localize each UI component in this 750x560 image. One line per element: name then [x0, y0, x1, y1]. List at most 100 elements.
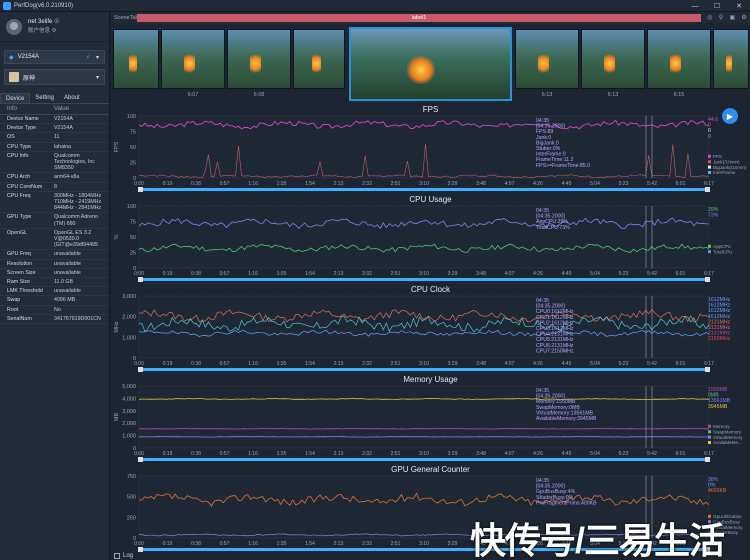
- y-tick-label: 25: [130, 251, 136, 257]
- x-tick-label: 6:01: [676, 271, 686, 277]
- user-profile[interactable]: net 3elife ☉ 账户信息 ⚙: [0, 12, 109, 42]
- series-current-value: 73%: [708, 213, 719, 219]
- x-tick-label: 3:10: [419, 361, 429, 367]
- account-info-label[interactable]: 账户信息: [28, 28, 50, 34]
- legend-label[interactable]: SwapMemory: [713, 429, 742, 434]
- screenshot-thumb[interactable]: 6:07: [161, 29, 225, 98]
- x-tick-label: 0:57: [220, 541, 230, 547]
- info-row: Swap 4096 MB: [0, 296, 109, 306]
- screenshot-thumb[interactable]: 6:13: [581, 29, 645, 98]
- info-row: Screen Size unavailable: [0, 269, 109, 279]
- info-key: CPU Arch: [7, 174, 31, 181]
- x-tick-label: 2:13: [334, 361, 344, 367]
- x-tick-label: 0:38: [191, 271, 201, 277]
- legend-label[interactable]: AppCPU: [713, 244, 731, 249]
- legend-label[interactable]: Memory: [713, 424, 730, 429]
- info-key: CPU Freq: [7, 192, 31, 199]
- screenshot-thumb[interactable]: 6:08: [227, 29, 291, 98]
- bottom-bar: Log: [111, 551, 133, 560]
- screenshot-thumb[interactable]: [713, 29, 749, 89]
- info-value: No: [54, 306, 61, 313]
- time-range-scrollbar[interactable]: [138, 277, 710, 282]
- tab-device[interactable]: Device: [0, 93, 31, 103]
- maximize-button[interactable]: ☐: [706, 0, 728, 12]
- screenshot-thumb[interactable]: 6:13: [515, 29, 579, 98]
- screenshot-thumb[interactable]: 6:15: [647, 29, 711, 98]
- x-tick-label: 1:54: [305, 451, 315, 457]
- info-value: Qualcomm Technologies, Inc SM8350: [54, 152, 95, 172]
- legend-label[interactable]: InterFrame: [713, 170, 736, 175]
- x-tick-label: 2:32: [362, 361, 372, 367]
- legend-swatch: [708, 171, 711, 174]
- scene-bar: SceneTab label1 ◎ ⚲ ▣ ⚙: [111, 12, 750, 23]
- screenshot-thumb-selected[interactable]: [349, 27, 512, 101]
- settings-icon[interactable]: ⚙: [52, 28, 57, 34]
- legend-swatch: [708, 250, 711, 254]
- screenshot-thumb[interactable]: [113, 29, 159, 89]
- info-value: 8: [54, 183, 57, 190]
- x-tick-label: 3:48: [476, 271, 486, 277]
- x-tick-label: 3:10: [419, 451, 429, 457]
- thumb-time: 6:08: [253, 92, 265, 98]
- scene-tab[interactable]: SceneTab: [111, 15, 138, 21]
- app-select[interactable]: 原神 ▾: [4, 69, 105, 85]
- tooltip-line: AvailableMemory:3945MB: [536, 416, 597, 422]
- y-tick-label: 2,000: [122, 421, 136, 427]
- tab-setting[interactable]: Setting: [30, 93, 59, 103]
- app-icon: [9, 72, 19, 82]
- device-select[interactable]: ◆ V2154A ⚡ ▾: [4, 50, 105, 64]
- info-key: OpenGL: [7, 229, 28, 236]
- legend-swatch: [708, 424, 711, 428]
- y-tick-label: 75: [130, 130, 136, 136]
- y-tick-label: 50: [130, 235, 136, 241]
- marker-icon[interactable]: ⚲: [719, 14, 723, 21]
- x-tick-label: 4:45: [562, 271, 572, 277]
- log-label[interactable]: Log: [123, 553, 133, 559]
- chart-plot[interactable]: 0255075100%0:00 0:19 0:38 0:57 1:16 1:35 1:54 2…: [111, 194, 750, 284]
- window-title: PerfDog(v6.0.210910): [14, 2, 74, 9]
- x-tick-label: 5:23: [619, 271, 629, 277]
- x-tick-label: 1:54: [305, 271, 315, 277]
- x-tick-label: 1:35: [277, 451, 287, 457]
- legend-label[interactable]: BigJank(/10min): [713, 165, 747, 170]
- screenshot-icon[interactable]: ◎: [707, 14, 712, 21]
- screenshot-thumb[interactable]: [293, 29, 345, 89]
- y-tick-label: 750: [127, 474, 136, 480]
- log-checkbox[interactable]: [114, 552, 120, 559]
- legend-label[interactable]: FPS: [713, 154, 722, 159]
- wifi-icon[interactable]: ⚡: [86, 54, 90, 61]
- watermark: 快传号/三易生活: [470, 520, 725, 560]
- x-tick-label: 1:16: [248, 181, 258, 187]
- chart-plot[interactable]: 0255075100FPS0:00 0:19 0:38 0:57 1:16 1:35 1:5…: [111, 104, 750, 194]
- y-tick-label: 4,000: [122, 396, 136, 402]
- settings-icon[interactable]: ⚙: [741, 14, 746, 21]
- series-current-value: 4660KB: [708, 488, 727, 494]
- scene-label[interactable]: label1: [137, 13, 701, 22]
- time-range-scrollbar[interactable]: [138, 187, 710, 192]
- info-key: OS: [7, 134, 15, 141]
- x-tick-label: 2:13: [334, 181, 344, 187]
- chart-plot[interactable]: 01,0002,0003,000MHz0:00 0:19 0:38 0:57 1:16 1…: [111, 284, 750, 374]
- time-range-scrollbar[interactable]: [138, 367, 710, 372]
- x-tick-label: 3:48: [476, 181, 486, 187]
- info-row: CPU Type lahaina: [0, 143, 109, 152]
- tooltip-line: CPU7:2150MHz: [536, 348, 574, 354]
- chart-0: FPS 0 25 50 75 100 FPS 0:00 0:19 0:38 0:57 1:16 1:35…: [111, 104, 750, 194]
- chart-plot[interactable]: 01,0002,0003,0004,0005,000MB0:00 0:19 0:38…: [111, 374, 750, 464]
- legend-label[interactable]: Jank(/10min): [713, 159, 740, 164]
- close-button[interactable]: ✕: [728, 0, 750, 12]
- minimize-button[interactable]: —: [684, 0, 706, 12]
- legend-label[interactable]: VirtualMemory: [713, 435, 743, 440]
- tab-about[interactable]: About: [59, 93, 85, 103]
- image-icon[interactable]: ▣: [729, 14, 735, 21]
- y-axis-label: MB: [114, 413, 120, 422]
- avatar[interactable]: [6, 18, 22, 35]
- legend-label[interactable]: AvailableMe...: [713, 440, 742, 445]
- x-tick-label: 0:19: [163, 271, 173, 277]
- info-key: Screen Size: [7, 269, 36, 276]
- time-range-scrollbar[interactable]: [138, 457, 710, 462]
- legend-label[interactable]: TotalCPU: [713, 249, 732, 254]
- x-tick-label: 1:16: [248, 271, 258, 277]
- info-value: unavailable: [54, 269, 81, 276]
- info-value: lahaina: [54, 143, 72, 150]
